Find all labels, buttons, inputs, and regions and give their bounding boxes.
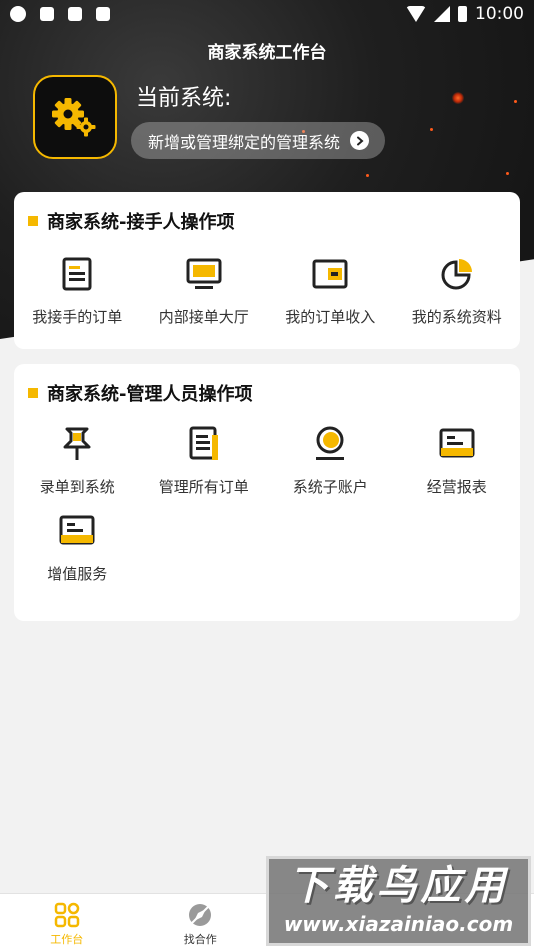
nav-tab-workbench[interactable]: 工作台 [0,894,134,950]
admin-operations-card: 商家系统-管理人员操作项 录单到系统 管理所有订单 系统子账户 经营报表 增值服… [14,364,520,621]
item-sub-accounts[interactable]: 系统子账户 [267,424,394,497]
item-enter-order[interactable]: 录单到系统 [14,424,141,497]
nav-label: 工作台 [50,933,84,946]
item-label: 增值服务 [47,565,108,583]
handler-items-grid: 我接手的订单 内部接单大厅 我的订单收入 我的系统资料 [14,254,520,327]
item-label: 内部接单大厅 [158,308,249,326]
ember-decoration [514,100,517,103]
list-document-icon [184,424,224,464]
watermark-logo: 下载鸟应用 www.xiazainiao.com [266,856,531,946]
ember-decoration [430,128,433,131]
item-system-profile[interactable]: 我的系统资料 [394,254,521,327]
item-order-hall[interactable]: 内部接单大厅 [141,254,268,327]
report-icon [437,424,477,464]
section-marker-icon [28,216,38,226]
item-manage-orders[interactable]: 管理所有订单 [141,424,268,497]
status-time: 10:00 [475,4,524,24]
system-logo[interactable] [33,75,117,159]
pin-icon [57,424,97,464]
mail-icon [40,7,54,21]
ember-decoration [506,172,509,175]
nav-label: 找合作 [183,933,217,946]
page-title: 商家系统工作台 [207,43,327,63]
manage-systems-label: 新增或管理绑定的管理系统 [148,132,341,152]
item-label: 我的系统资料 [411,308,502,326]
ember-decoration [366,174,369,177]
ember-decoration [452,92,464,104]
font-icon [96,7,110,21]
card-header: 商家系统-管理人员操作项 [14,364,520,406]
current-system-label: 当前系统: [136,86,232,111]
handler-operations-card: 商家系统-接手人操作项 我接手的订单 内部接单大厅 我的订单收入 我的系统资料 [14,192,520,349]
monitor-icon [184,254,224,294]
nav-tab-find-cooperation[interactable]: 找合作 [134,894,268,950]
signal-icon [434,6,450,22]
service-icon [57,511,97,551]
card-title: 商家系统-接手人操作项 [47,212,235,233]
item-order-income[interactable]: 我的订单收入 [267,254,394,327]
mail-icon [68,7,82,21]
item-label: 经营报表 [426,478,487,496]
status-bar: 10:00 [0,0,534,28]
item-label: 录单到系统 [39,478,115,496]
item-label: 系统子账户 [292,478,368,496]
compass-icon [189,904,212,926]
item-my-orders[interactable]: 我接手的订单 [14,254,141,327]
item-label: 管理所有订单 [158,478,249,496]
battery-icon [458,6,467,22]
sync-icon [10,6,26,22]
grid-icon [54,902,79,928]
item-business-report[interactable]: 经营报表 [394,424,521,497]
document-icon [57,254,97,294]
card-header: 商家系统-接手人操作项 [14,192,520,234]
item-value-added-service[interactable]: 增值服务 [14,511,141,584]
manage-systems-button[interactable]: 新增或管理绑定的管理系统 [131,122,386,159]
wallet-icon [310,254,350,294]
section-marker-icon [28,388,38,398]
watermark-url: www.xiazainiao.com [283,912,514,936]
chevron-right-icon [350,131,370,150]
item-label: 我接手的订单 [32,308,123,326]
watermark-title: 下载鸟应用 [288,863,509,909]
gear-icon [52,98,96,137]
item-label: 我的订单收入 [285,308,376,326]
user-account-icon [310,424,350,464]
card-title: 商家系统-管理人员操作项 [47,384,253,405]
wifi-icon [406,6,426,22]
admin-items-grid: 录单到系统 管理所有订单 系统子账户 经营报表 增值服务 [14,424,520,584]
pie-chart-icon [437,254,477,294]
